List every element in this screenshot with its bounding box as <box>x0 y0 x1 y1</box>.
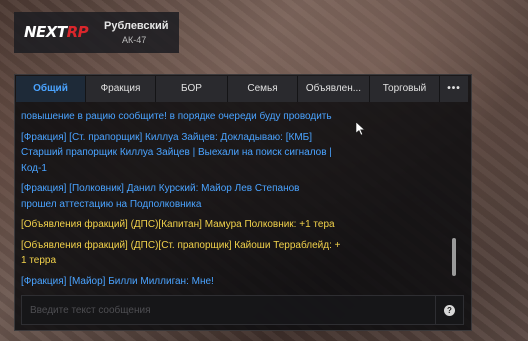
chat-messages[interactable]: повышение в рацию сообщите! в порядке оч… <box>21 109 451 291</box>
chat-message: [Объявления фракций] (ДПС)[Капитан] Маму… <box>21 219 335 230</box>
tab-bor[interactable]: БОР <box>156 76 228 102</box>
logo-main-text: NEXT <box>24 23 67 41</box>
logo-accent-text: RP <box>66 23 89 41</box>
server-logo: NEXTRP <box>24 23 89 41</box>
chat-message-input[interactable] <box>22 296 435 324</box>
tab-faction[interactable]: Фракция <box>86 76 156 102</box>
mouse-cursor-icon <box>356 122 366 136</box>
chat-message: [Фракция] [Полковник] Данил Курский: Май… <box>21 183 300 210</box>
player-name: Рублевский <box>104 20 169 32</box>
player-card: NEXTRP Рублевский АК-47 <box>14 12 179 53</box>
chat-scrollbar[interactable] <box>452 238 456 276</box>
chat-message: повышение в рацию сообщите! в порядке оч… <box>21 111 332 122</box>
chat-window: Общий Фракция БОР Семья Объявлен... Торг… <box>14 74 472 331</box>
tab-trade[interactable]: Торговый <box>370 76 440 102</box>
help-icon: ? <box>444 305 455 316</box>
help-button[interactable]: ? <box>436 295 464 325</box>
tab-family[interactable]: Семья <box>228 76 298 102</box>
chat-input-wrap <box>21 295 436 325</box>
tab-general[interactable]: Общий <box>16 76 86 102</box>
chat-tabs: Общий Фракция БОР Семья Объявлен... Торг… <box>16 76 468 102</box>
chat-message: [Фракция] [Ст. прапорщик] Киллуа Зайцев:… <box>21 131 332 174</box>
chat-message: [Объявления фракций] (ДПС)[Ст. прапорщик… <box>21 239 341 267</box>
player-weapon: АК-47 <box>122 35 147 45</box>
chat-message: [Фракция] [Майор] Билли Миллиган: Мне! <box>21 275 214 287</box>
tab-announcements[interactable]: Объявлен... <box>298 76 370 102</box>
more-tabs-button[interactable]: ••• <box>440 76 468 102</box>
